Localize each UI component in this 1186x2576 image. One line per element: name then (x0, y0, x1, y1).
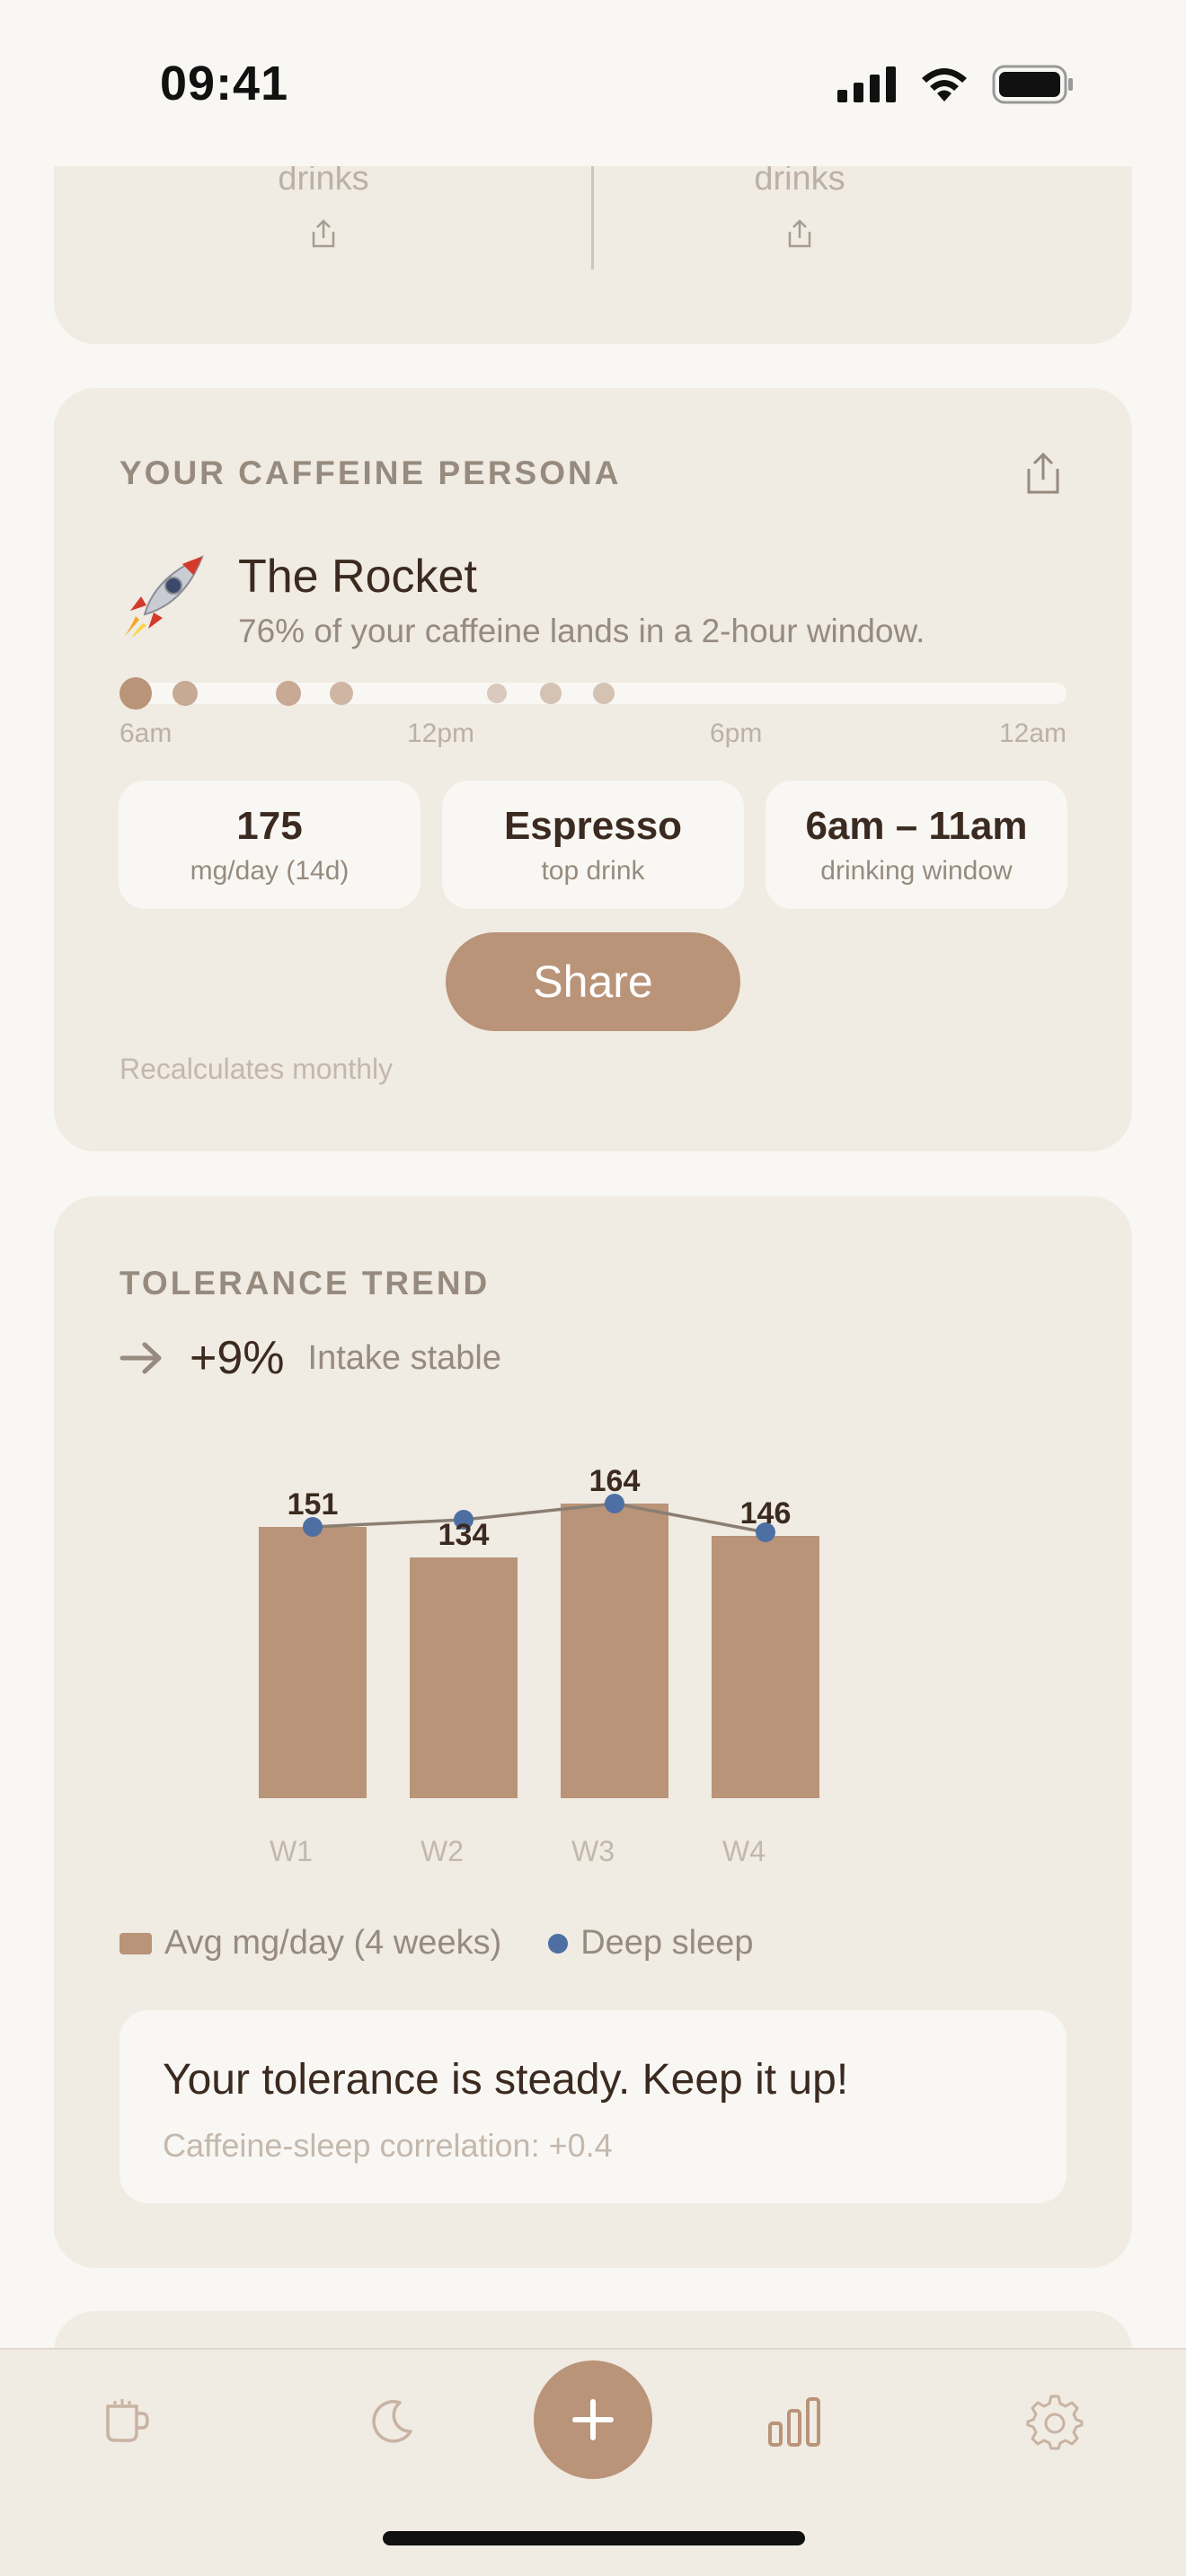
timeline-dot (540, 683, 562, 704)
gear-icon (1026, 2395, 1084, 2450)
add-drink-button[interactable] (534, 2360, 652, 2479)
x-tick-label: W1 (270, 1835, 313, 1867)
tab-insights[interactable] (758, 2386, 830, 2457)
stat-daily-mg: 175 mg/day (14d) (119, 781, 420, 909)
timeline-dot (593, 683, 615, 704)
timeline-dot (330, 682, 353, 705)
timeline-label: 6pm (710, 719, 763, 748)
chart-bar (410, 1557, 518, 1798)
trend-section-title: TOLERANCE TREND (119, 1265, 491, 1301)
legend-dot-label: Deep sleep (580, 1924, 754, 1962)
cellular-signal-icon (837, 66, 896, 102)
chart-legend: Avg mg/day (4 weeks) Deep sleep (119, 1924, 753, 1963)
legend-dot-swatch (548, 1933, 569, 1954)
insight-box: Your tolerance is steady. Keep it up! Ca… (119, 2010, 1067, 2203)
bar-value-label: 134 (438, 1518, 490, 1552)
timeline-dot (276, 681, 301, 706)
x-tick-label: W3 (571, 1835, 615, 1867)
timeline-dot (173, 681, 198, 706)
chart-bar (561, 1504, 668, 1798)
status-icons (837, 65, 1075, 104)
timeline-dot (119, 677, 152, 710)
summary-right-col: drinks (566, 160, 1033, 253)
timeline-labels: 6am 12pm 6pm 12am (119, 719, 1067, 754)
bar-value-label: 151 (288, 1487, 339, 1522)
stat-value: 175 (236, 804, 303, 848)
persona-description: 76% of your caffeine lands in a 2-hour w… (238, 613, 925, 649)
x-tick-label: W2 (420, 1835, 464, 1867)
summary-left-col: drinks (90, 160, 557, 253)
home-indicator (383, 2531, 805, 2545)
arrow-right-icon (119, 1342, 162, 1374)
drinking-timeline (119, 677, 1067, 710)
stat-label: mg/day (14d) (190, 856, 350, 886)
moon-icon (372, 2400, 412, 2443)
trend-change: +9% (190, 1332, 285, 1384)
tab-sleep[interactable] (356, 2386, 428, 2457)
bar-chart-icon (768, 2397, 820, 2447)
recalculates-note: Recalculates monthly (119, 1053, 394, 1085)
tolerance-trend-card: TOLERANCE TREND +9% Intake stable 151 134… (54, 1196, 1132, 2268)
tab-log[interactable] (92, 2386, 164, 2457)
persona-section-title: YOUR CAFFEINE PERSONA (119, 454, 622, 491)
tab-settings[interactable] (1019, 2386, 1091, 2457)
battery-icon (992, 65, 1073, 104)
chart-bar (712, 1536, 819, 1798)
share-icon[interactable] (1024, 451, 1069, 501)
tolerance-chart: 151 134 164 146 W1 W2 W3 W4 (259, 1464, 819, 1867)
rocket-icon (125, 555, 204, 638)
wifi-icon (922, 68, 967, 101)
plus-icon (572, 2399, 614, 2440)
status-bar: 09:41 (0, 0, 1186, 166)
deep-sleep-line (312, 1502, 766, 1534)
bar-value-label: 146 (740, 1496, 792, 1531)
x-tick-label: W4 (722, 1835, 766, 1867)
stat-label: top drink (541, 856, 645, 886)
cup-icon (106, 2399, 149, 2442)
stat-value: 6am – 11am (805, 804, 1028, 848)
status-time: 09:41 (160, 57, 289, 110)
share-icon[interactable] (310, 218, 337, 253)
legend-bar-swatch (119, 1932, 152, 1954)
share-button[interactable]: Share (446, 932, 740, 1031)
timeline-label: 12am (998, 719, 1067, 748)
insight-title: Your tolerance is steady. Keep it up! (163, 2056, 849, 2104)
insight-subtitle: Caffeine-sleep correlation: +0.4 (163, 2127, 613, 2164)
persona-name: The Rocket (238, 551, 477, 603)
stat-label: drinking window (820, 856, 1013, 886)
stat-drinking-window: 6am – 11am drinking window (766, 781, 1067, 909)
stat-top-drink: Espresso top drink (442, 781, 744, 909)
share-icon[interactable] (786, 218, 813, 253)
timeline-label: 12pm (407, 719, 475, 748)
stat-value: Espresso (503, 804, 683, 848)
chart-bar (259, 1527, 367, 1798)
trend-summary: +9% Intake stable (119, 1331, 501, 1385)
timeline-dot (487, 684, 507, 703)
caffeine-persona-card: YOUR CAFFEINE PERSONA The Rocket 76% of … (54, 388, 1132, 1151)
timeline-label: 6am (119, 719, 173, 748)
trend-status: Intake stable (307, 1338, 502, 1377)
bar-value-label: 164 (589, 1464, 641, 1498)
persona-header: The Rocket 76% of your caffeine lands in… (119, 550, 925, 650)
legend-bar-label: Avg mg/day (4 weeks) (164, 1924, 502, 1962)
